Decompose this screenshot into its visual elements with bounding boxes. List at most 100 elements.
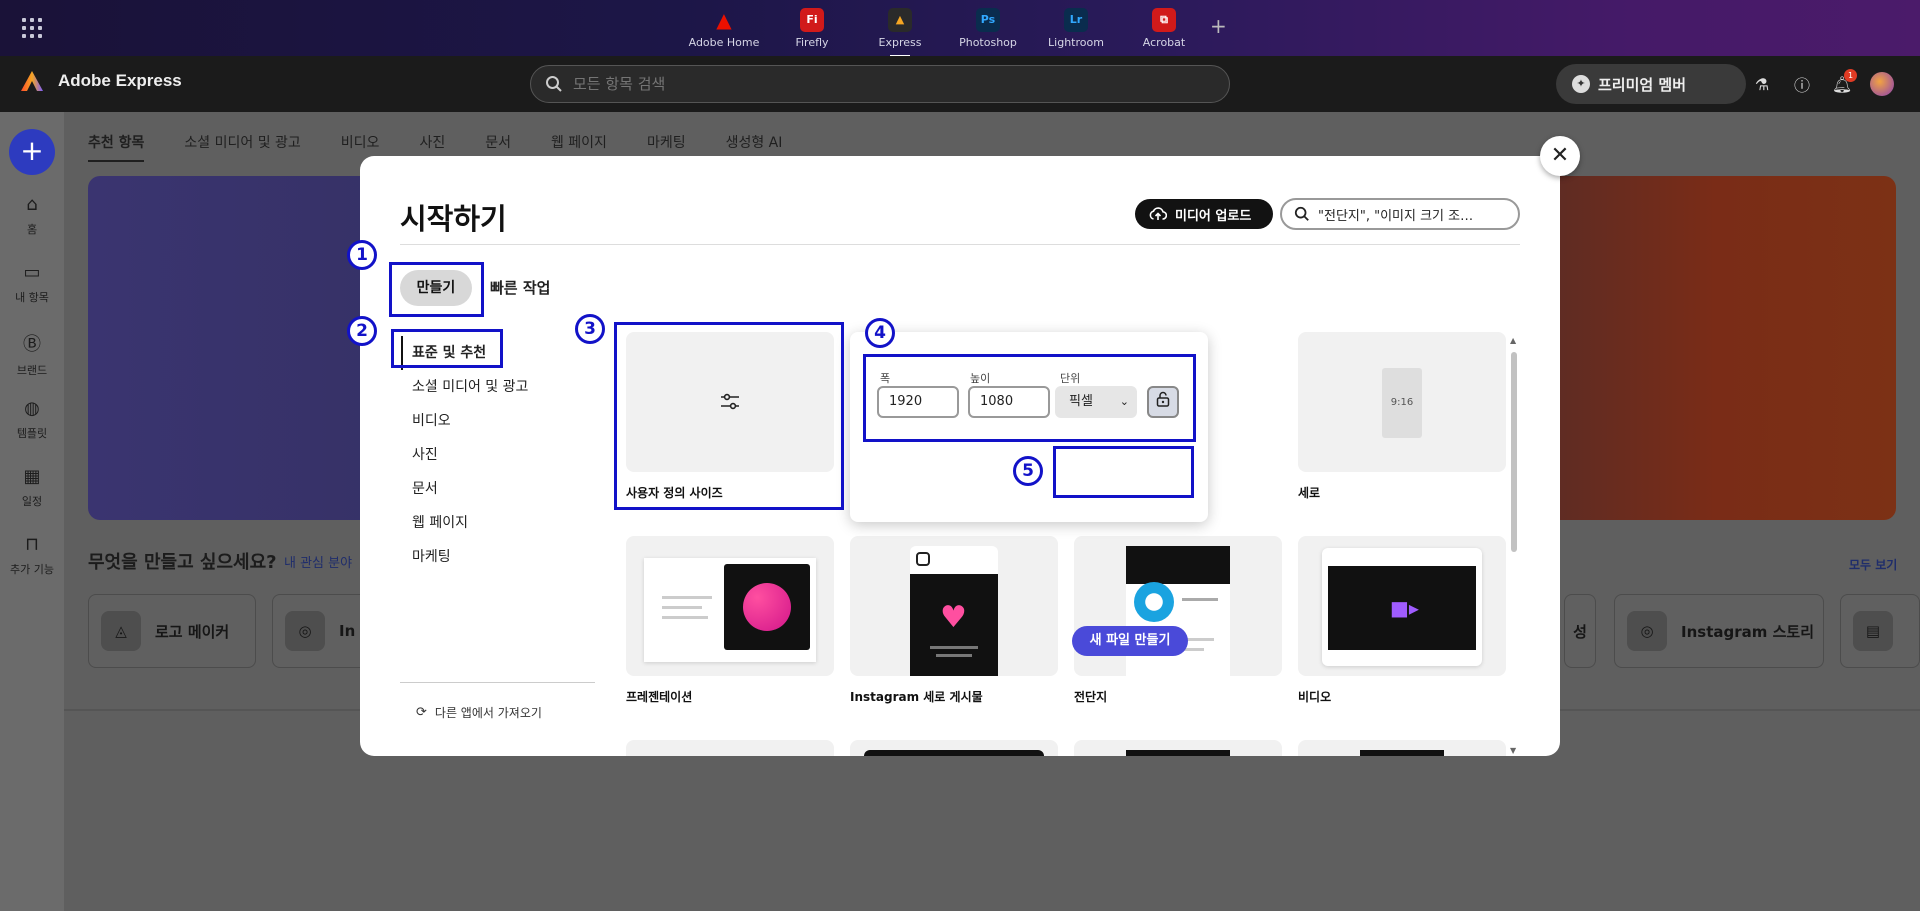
- app-acrobat[interactable]: ⧉ Acrobat: [1120, 6, 1208, 49]
- adobe-logo-icon: ▲: [716, 8, 732, 32]
- rail-label: 추가 기능: [10, 563, 54, 576]
- premium-button[interactable]: ✦ 프리미엄 멤버: [1556, 64, 1746, 104]
- template-search-input[interactable]: [1318, 206, 1508, 222]
- start-modal: 시작하기 미디어 업로드 만들기 빠른 작업 표준 및 추천 소셜 미디어 및 …: [360, 156, 1560, 756]
- close-modal-button[interactable]: ✕: [1540, 136, 1580, 176]
- category-social[interactable]: 소셜 미디어 및 광고: [412, 370, 528, 404]
- quick-card-partial[interactable]: 성: [1564, 594, 1596, 668]
- tab-quick-actions[interactable]: 빠른 작업: [490, 270, 550, 306]
- lightroom-logo-icon: Lr: [1064, 8, 1088, 32]
- instagram-icon: ◎: [1627, 611, 1667, 651]
- tile-scrollbar[interactable]: ▲ ▼: [1508, 336, 1522, 756]
- tab-social[interactable]: 소셜 미디어 및 광고: [184, 132, 300, 162]
- annotation-box-1: [389, 262, 484, 317]
- rail-item-templates[interactable]: ◍ 템플릿: [0, 398, 64, 441]
- rail-label: 홈: [26, 223, 38, 236]
- card-label: 로고 메이커: [155, 622, 230, 641]
- import-sync-icon: ⟳: [416, 705, 427, 720]
- create-plus-button[interactable]: +: [9, 129, 55, 175]
- premium-label: 프리미엄 멤버: [1598, 75, 1687, 94]
- scrollbar-thumb[interactable]: [1511, 352, 1517, 552]
- quick-card-instagram-story[interactable]: ◎ Instagram 스토리: [1614, 594, 1824, 668]
- tile-label: 세로: [1298, 486, 1321, 500]
- upload-media-button[interactable]: 미디어 업로드: [1135, 199, 1273, 229]
- search-icon: [1294, 206, 1309, 221]
- rail-label: 내 항목: [15, 291, 49, 304]
- header-actions: ⚗ ⓘ 🔔︎ 1: [1750, 68, 1894, 96]
- calendar-icon: ▦: [23, 466, 41, 487]
- rail-item-my-stuff[interactable]: ▭ 내 항목: [0, 262, 64, 305]
- search-icon: [546, 76, 562, 92]
- labs-flask-icon[interactable]: ⚗: [1750, 75, 1774, 94]
- annotation-marker-5: 5: [1013, 456, 1043, 486]
- app-firefly[interactable]: Fi Firefly: [768, 6, 856, 49]
- quick-card-logo[interactable]: ◬ 로고 메이커: [88, 594, 256, 668]
- quick-card-browser[interactable]: ▤: [1840, 594, 1920, 668]
- annotation-marker-3: 3: [575, 314, 605, 344]
- app-lightroom[interactable]: Lr Lightroom: [1032, 6, 1120, 49]
- card-label: In: [339, 622, 356, 640]
- firefly-logo-icon: Fi: [800, 8, 824, 32]
- scroll-down-icon[interactable]: ▼: [1510, 746, 1516, 755]
- import-from-app-link[interactable]: ⟳ 다른 앱에서 가져오기: [416, 704, 542, 721]
- rail-label: 템플릿: [16, 427, 48, 440]
- ratio-preview: 9:16: [1382, 368, 1422, 438]
- annotation-box-5: [1053, 446, 1194, 498]
- card-label: Instagram 스토리: [1681, 622, 1814, 641]
- app-grid-icon[interactable]: [22, 18, 42, 38]
- instagram-icon: ◎: [285, 611, 325, 651]
- interest-link[interactable]: 내 관심 분야: [284, 552, 352, 571]
- acrobat-logo-icon: ⧉: [1152, 8, 1176, 32]
- create-new-file-button[interactable]: 새 파일 만들기: [1072, 626, 1188, 656]
- heart-icon: ♥: [940, 600, 967, 635]
- app-photoshop[interactable]: Ps Photoshop: [944, 6, 1032, 49]
- rail-item-schedule[interactable]: ▦ 일정: [0, 466, 64, 509]
- photoshop-logo-icon: Ps: [976, 8, 1000, 32]
- app-express[interactable]: ▲ Express: [856, 6, 944, 57]
- premium-icon: ✦: [1572, 75, 1590, 93]
- tile-thumbnail: [1298, 740, 1506, 756]
- tile-thumbnail: ■▸: [1298, 536, 1506, 676]
- app-label: Firefly: [795, 36, 829, 49]
- logo-maker-icon: ◬: [101, 611, 141, 651]
- brand-icon: Ⓑ: [23, 334, 41, 355]
- scroll-up-icon[interactable]: ▲: [1510, 336, 1516, 345]
- annotation-marker-2: 2: [347, 316, 377, 346]
- tile-thumbnail: [626, 536, 834, 676]
- avatar[interactable]: [1870, 72, 1894, 96]
- notification-bell-icon[interactable]: 🔔︎ 1: [1830, 68, 1857, 94]
- category-video[interactable]: 비디오: [412, 404, 528, 438]
- app-label: Adobe Home: [688, 36, 760, 49]
- rail-item-home[interactable]: ⌂ 홈: [0, 194, 64, 237]
- app-label: Photoshop: [959, 36, 1017, 49]
- rail-item-addons[interactable]: ⊓ 추가 기능: [0, 534, 64, 577]
- tab-featured[interactable]: 추천 항목: [88, 132, 145, 162]
- title-divider: [400, 244, 1520, 245]
- annotation-marker-4: 4: [865, 318, 895, 348]
- category-document[interactable]: 문서: [412, 472, 528, 506]
- tile-thumbnail: [626, 740, 834, 756]
- badge-icon: [1134, 582, 1174, 622]
- express-logo-icon: ▲: [888, 8, 912, 32]
- help-icon[interactable]: ⓘ: [1790, 72, 1814, 96]
- annotation-box-2: [391, 329, 503, 368]
- template-search[interactable]: [1280, 198, 1520, 230]
- global-search-input[interactable]: [573, 75, 1173, 93]
- brand[interactable]: Adobe Express: [20, 70, 182, 92]
- import-label: 다른 앱에서 가져오기: [434, 706, 542, 720]
- tile-thumbnail: [1074, 740, 1282, 756]
- global-search[interactable]: [530, 65, 1230, 103]
- express-logo-icon: [21, 71, 43, 91]
- app-adobe-home[interactable]: ▲ Adobe Home: [680, 6, 768, 49]
- see-all-link[interactable]: 모두 보기: [1849, 556, 1897, 573]
- add-app-icon[interactable]: +: [1210, 14, 1227, 38]
- rail-item-brand[interactable]: Ⓑ 브랜드: [0, 330, 64, 378]
- category-marketing[interactable]: 마케팅: [412, 540, 528, 574]
- annotation-box-3: [614, 322, 844, 510]
- category-webpage[interactable]: 웹 페이지: [412, 506, 528, 540]
- app-label: Acrobat: [1142, 36, 1186, 49]
- category-photo[interactable]: 사진: [412, 438, 528, 472]
- video-frame: ■▸: [1322, 548, 1482, 666]
- app-label: Express: [878, 36, 922, 49]
- app-list: ▲ Adobe Home Fi Firefly ▲ Express Ps Pho…: [680, 6, 1208, 57]
